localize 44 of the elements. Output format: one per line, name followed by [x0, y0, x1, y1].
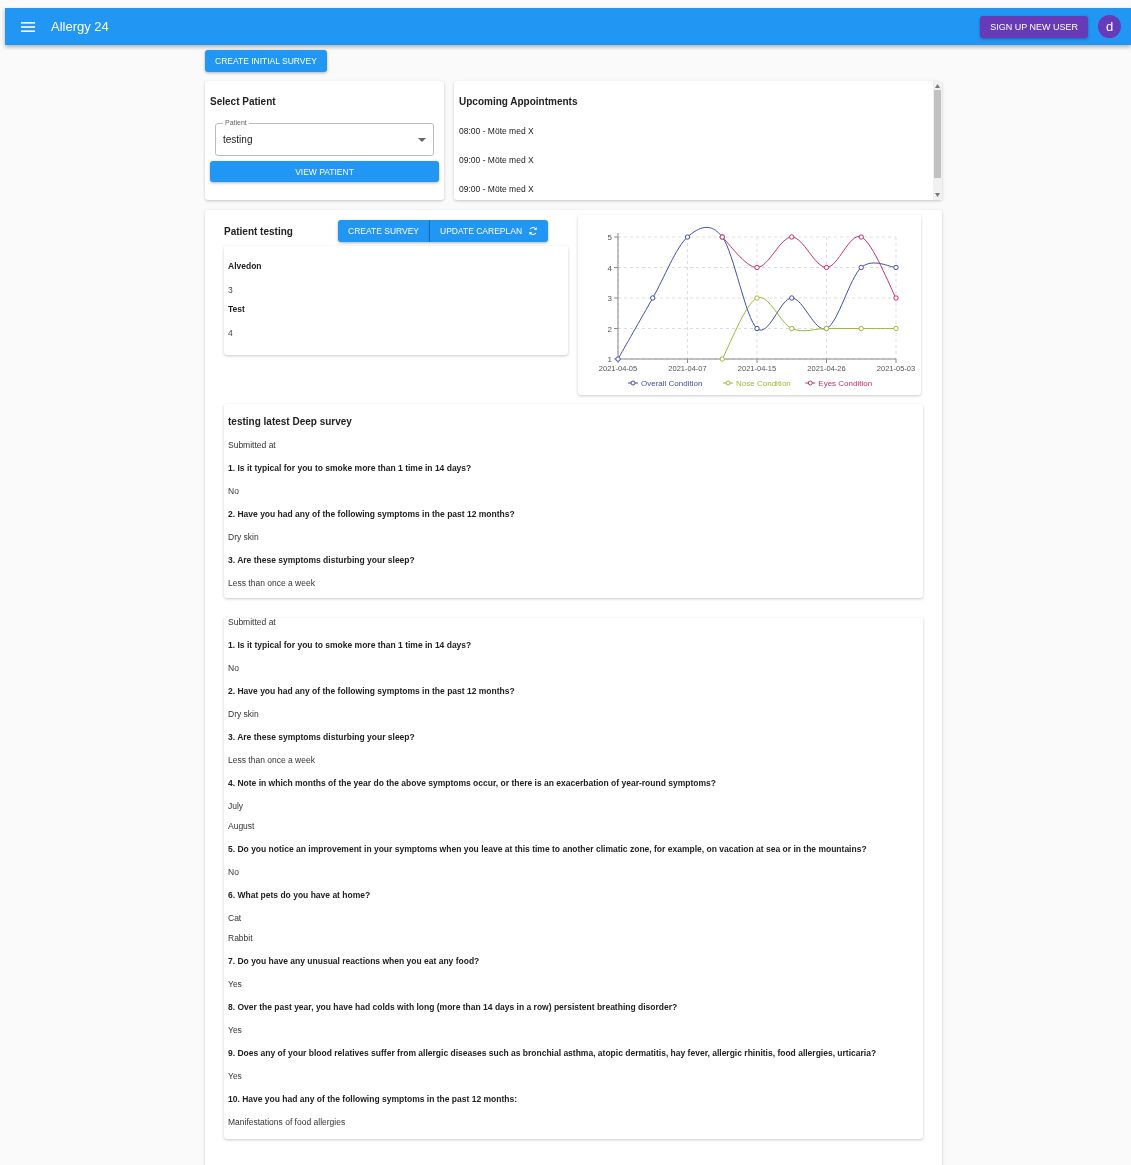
- survey-answer: July: [228, 802, 245, 811]
- survey-question: 10. Have you had any of the following symptoms in the past 12 months:: [228, 1095, 519, 1104]
- survey-question: 2. Have you had any of the following symptoms in the past 12 months?: [228, 687, 516, 696]
- survey-question: 3. Are these symptoms disturbing your sleep?: [228, 733, 416, 742]
- axis-label: 5: [607, 233, 612, 242]
- axis-label: 2: [607, 324, 612, 334]
- survey-answer: Yes: [228, 1026, 243, 1035]
- card-title: Upcoming Appointments: [459, 96, 579, 107]
- survey-question: 7. Do you have any unusual reactions when you eat any food?: [228, 957, 481, 966]
- survey-question: 9. Does any of your blood relatives suffer from allergic diseases such as bronchial asthma, atopic dermatitis, hay fever, allergic rhinitis, food allergies, urticaria?: [228, 1049, 878, 1058]
- survey-answer: Less than once a week: [228, 579, 316, 588]
- survey-answer: Yes: [228, 980, 243, 989]
- survey-question: 8. Over the past year, you have had colds with long (more than 14 days in a row) persistent breathing disorder?: [228, 1003, 679, 1012]
- survey-question: 4. Note in which months of the year do the above symptoms occur, or there is an exacerbation of year-round symptoms?: [228, 779, 717, 788]
- app-title: Allergy 24: [51, 19, 110, 34]
- survey-answer: No: [228, 664, 240, 673]
- survey-answer: Rabbit: [228, 934, 254, 943]
- survey-answer: No: [228, 868, 240, 877]
- medication-dose: 3: [228, 285, 234, 295]
- survey-question: 6. What pets do you have at home?: [228, 891, 372, 900]
- survey-answer: Yes: [228, 1072, 243, 1081]
- patient-title: Patient testing: [224, 225, 294, 237]
- survey-question: 1. Is it typical for you to smoke more than 1 time in 14 days?: [228, 641, 473, 650]
- survey-title: testing latest Deep survey: [228, 416, 353, 427]
- survey-question: 5. Do you notice an improvement in your symptoms when you leave at this time to another climatic zone, for example, on vacation at sea or in the mountains?: [228, 845, 868, 854]
- submitted-label: Submitted at: [228, 618, 277, 627]
- survey-question: 3. Are these symptoms disturbing your sleep?: [228, 556, 416, 565]
- survey-answer: Dry skin: [228, 710, 260, 719]
- survey-answer: Dry skin: [228, 533, 260, 542]
- submitted-label: Submitted at: [228, 441, 277, 450]
- survey-question: 1. Is it typical for you to smoke more than 1 time in 14 days?: [228, 464, 473, 473]
- card-title: Select Patient: [210, 96, 277, 107]
- axis-label: 3: [607, 294, 612, 303]
- survey-answer: Manifestations of food allergies: [228, 1118, 347, 1127]
- survey-question: 2. Have you had any of the following symptoms in the past 12 months?: [228, 510, 516, 519]
- axis-label: 4: [607, 263, 612, 273]
- medication-name: Alvedon: [228, 261, 263, 271]
- survey-answer: No: [228, 487, 240, 496]
- survey-answer: Less than once a week: [228, 756, 316, 765]
- survey-answer: Cat: [228, 914, 243, 923]
- axis-label: 1: [607, 355, 612, 364]
- survey-answer: August: [228, 822, 256, 831]
- medication-dose: 4: [228, 328, 234, 338]
- medication-name: Test: [228, 304, 246, 314]
